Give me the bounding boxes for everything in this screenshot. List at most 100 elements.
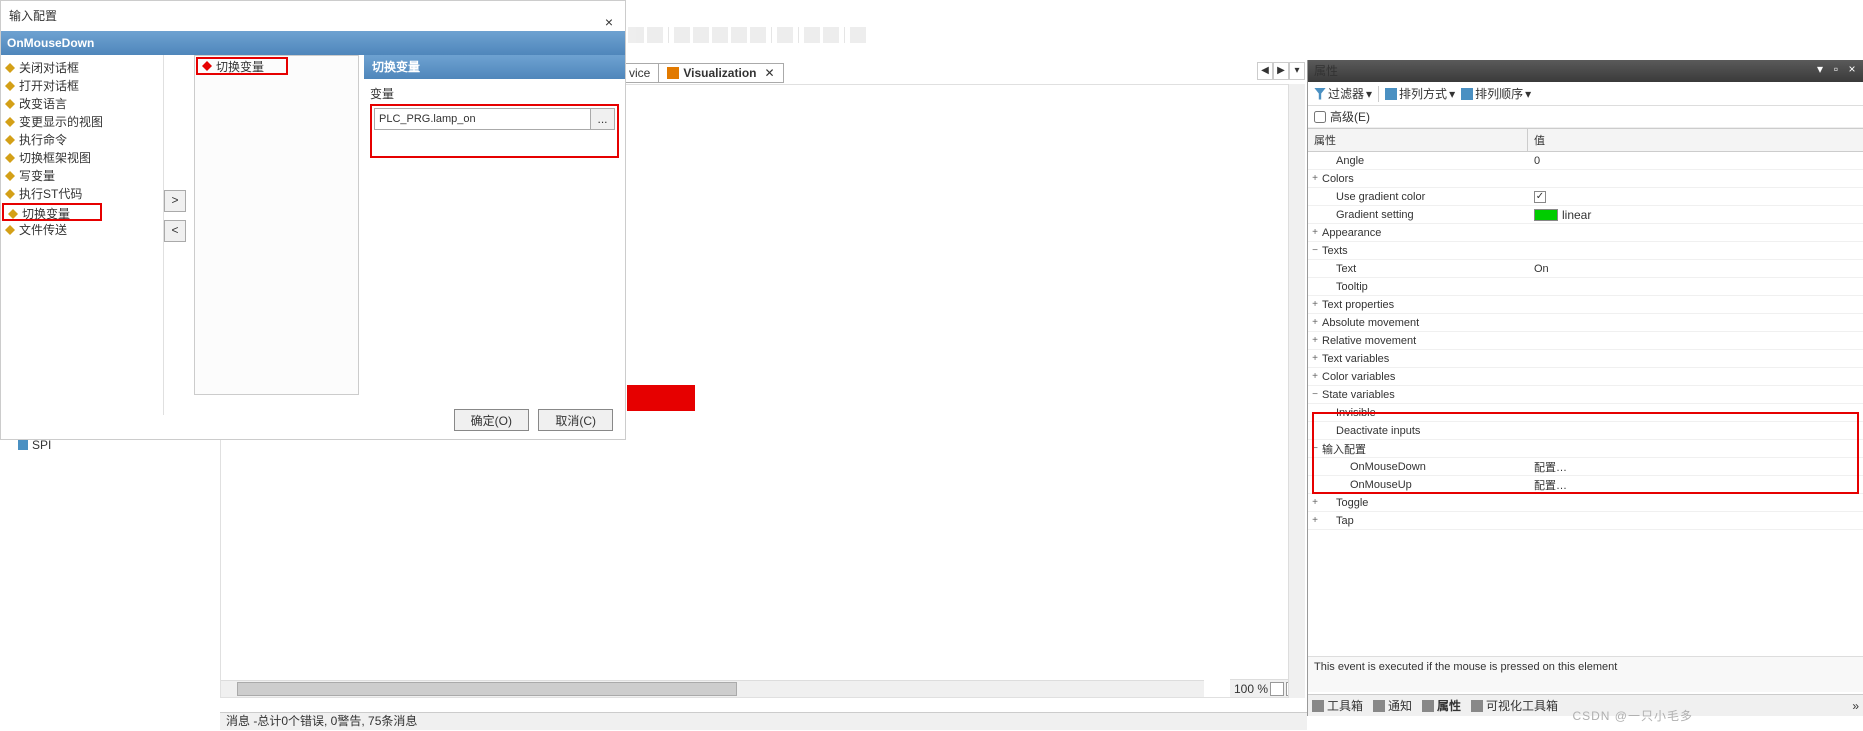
advanced-label: 高级(E) [1330, 108, 1370, 125]
remove-button[interactable]: < [164, 220, 186, 242]
variable-input[interactable] [374, 108, 591, 130]
properties-toolbar: 过滤器▾ 排列方式▾ 排列顺序▾ [1308, 82, 1863, 106]
tab-next-icon[interactable]: ▶ [1273, 62, 1289, 80]
selected-action-item[interactable]: 切换变量 [196, 57, 288, 75]
prop-text[interactable]: TextOn [1308, 260, 1863, 278]
action-switch-frame[interactable]: 切换框架视图 [1, 149, 163, 167]
action-write-variable[interactable]: 写变量 [1, 167, 163, 185]
action-close-dialog[interactable]: 关闭对话框 [1, 59, 163, 77]
sort-order-button[interactable]: 排列顺序▾ [1461, 85, 1531, 102]
advanced-row[interactable]: 高级(E) [1308, 106, 1863, 128]
prop-texts[interactable]: −Texts [1308, 242, 1863, 260]
col-property: 属性 [1308, 129, 1528, 151]
cancel-button[interactable]: 取消(C) [538, 409, 613, 431]
advanced-checkbox[interactable] [1314, 111, 1326, 123]
prop-appearance[interactable]: +Appearance [1308, 224, 1863, 242]
panel-pin-icon[interactable]: ▫ [1829, 63, 1843, 77]
scroll-thumb[interactable] [237, 682, 737, 696]
tab-dropdown-icon[interactable]: ▾ [1289, 62, 1305, 80]
toolbar-icon[interactable] [777, 27, 793, 43]
prop-tap[interactable]: +Tap [1308, 512, 1863, 530]
message-text: 消息 -总计0个错误, 0警告, 75条消息 [226, 714, 417, 728]
tab-properties[interactable]: 属性 [1422, 697, 1461, 714]
sort-mode-button[interactable]: 排列方式▾ [1385, 85, 1455, 102]
separator [798, 27, 799, 43]
prop-onmouseup[interactable]: OnMouseUp配置… [1308, 476, 1863, 494]
checkbox-icon[interactable] [1534, 191, 1546, 203]
vertical-scrollbar[interactable] [1288, 84, 1305, 698]
sort-label: 排列方式 [1399, 85, 1447, 102]
tab-notifications[interactable]: 通知 [1373, 697, 1412, 714]
vis-toolbox-icon [1471, 700, 1483, 712]
tree-item-spi[interactable]: SPI [18, 438, 51, 452]
zoom-search-icon[interactable] [1270, 682, 1284, 696]
bell-icon [1373, 700, 1385, 712]
canvas-rectangle[interactable] [627, 385, 695, 411]
sort-icon [1385, 88, 1397, 100]
tab-vis-toolbox[interactable]: 可视化工具箱 [1471, 697, 1558, 714]
prop-deactivate-inputs[interactable]: Deactivate inputs [1308, 422, 1863, 440]
close-icon[interactable]: × [599, 5, 619, 39]
toolbar-icon[interactable] [804, 27, 820, 43]
prop-relative-movement[interactable]: +Relative movement [1308, 332, 1863, 350]
prop-text-properties[interactable]: +Text properties [1308, 296, 1863, 314]
prop-color-variables[interactable]: +Color variables [1308, 368, 1863, 386]
toolbar-icon[interactable] [823, 27, 839, 43]
toolbar-icon[interactable] [850, 27, 866, 43]
prop-invisible[interactable]: Invisible [1308, 404, 1863, 422]
prop-colors[interactable]: +Colors [1308, 170, 1863, 188]
action-change-language[interactable]: 改变语言 [1, 95, 163, 113]
toolbar-icon[interactable] [731, 27, 747, 43]
toolbar-icon[interactable] [750, 27, 766, 43]
prop-toggle[interactable]: +Toggle [1308, 494, 1863, 512]
panel-dropdown-icon[interactable]: ▾ [1813, 63, 1827, 77]
toolbar-icon[interactable] [628, 27, 644, 43]
sort-icon [1461, 88, 1473, 100]
prop-state-variables[interactable]: −State variables [1308, 386, 1863, 404]
prop-input-config[interactable]: −输入配置 [1308, 440, 1863, 458]
filter-label: 过滤器 [1328, 85, 1364, 102]
add-button[interactable]: > [164, 190, 186, 212]
prop-absolute-movement[interactable]: +Absolute movement [1308, 314, 1863, 332]
action-toggle-variable[interactable]: 切换变量 [2, 203, 102, 221]
browse-button[interactable]: ... [591, 108, 615, 130]
prop-text-variables[interactable]: +Text variables [1308, 350, 1863, 368]
toolbar-icon[interactable] [674, 27, 690, 43]
property-description: This event is executed if the mouse is p… [1308, 656, 1863, 692]
dialog-footer: 确定(O) 取消(C) [448, 409, 613, 431]
toolbar-icon[interactable] [693, 27, 709, 43]
prop-gradient-setting[interactable]: Gradient settinglinear [1308, 206, 1863, 224]
selected-actions-panel: 切换变量 [194, 55, 359, 395]
filter-button[interactable]: 过滤器▾ [1314, 85, 1372, 102]
horizontal-scrollbar[interactable] [221, 680, 1204, 697]
prop-angle[interactable]: Angle0 [1308, 152, 1863, 170]
prop-tooltip[interactable]: Tooltip [1308, 278, 1863, 296]
tab-toolbox[interactable]: 工具箱 [1312, 697, 1363, 714]
action-file-transfer[interactable]: 文件传送 [1, 221, 163, 239]
ok-button[interactable]: 确定(O) [454, 409, 529, 431]
properties-panel: 属性 ▾ ▫ × 过滤器▾ 排列方式▾ 排列顺序▾ 高级(E) 属性 值 Ang… [1307, 60, 1863, 716]
toolbox-icon [1312, 700, 1324, 712]
tab-close-icon[interactable]: ✕ [764, 66, 774, 80]
panel-close-icon[interactable]: × [1845, 63, 1859, 77]
action-execute-st[interactable]: 执行ST代码 [1, 185, 163, 203]
toolbar-icon[interactable] [712, 27, 728, 43]
visualization-icon [667, 67, 679, 79]
toolbar-icon[interactable] [647, 27, 663, 43]
action-execute-command[interactable]: 执行命令 [1, 131, 163, 149]
action-change-view[interactable]: 变更显示的视图 [1, 113, 163, 131]
properties-title: 属性 [1314, 64, 1338, 78]
action-open-dialog[interactable]: 打开对话框 [1, 77, 163, 95]
action-config-panel: 切换变量 变量 ... [364, 55, 625, 415]
tab-visualization[interactable]: Visualization ✕ [658, 63, 783, 83]
separator [1378, 86, 1379, 102]
tabs-more-icon[interactable]: » [1852, 699, 1859, 713]
tab-label: vice [629, 66, 650, 80]
watermark: CSDN @一只小毛多 [1572, 707, 1693, 724]
color-swatch [1534, 209, 1558, 221]
zoom-value: 100 % [1234, 682, 1268, 696]
tab-prev-icon[interactable]: ◀ [1257, 62, 1273, 80]
prop-use-gradient[interactable]: Use gradient color [1308, 188, 1863, 206]
tab-nav: ◀ ▶ ▾ [1257, 62, 1305, 80]
prop-onmousedown[interactable]: OnMouseDown配置… [1308, 458, 1863, 476]
